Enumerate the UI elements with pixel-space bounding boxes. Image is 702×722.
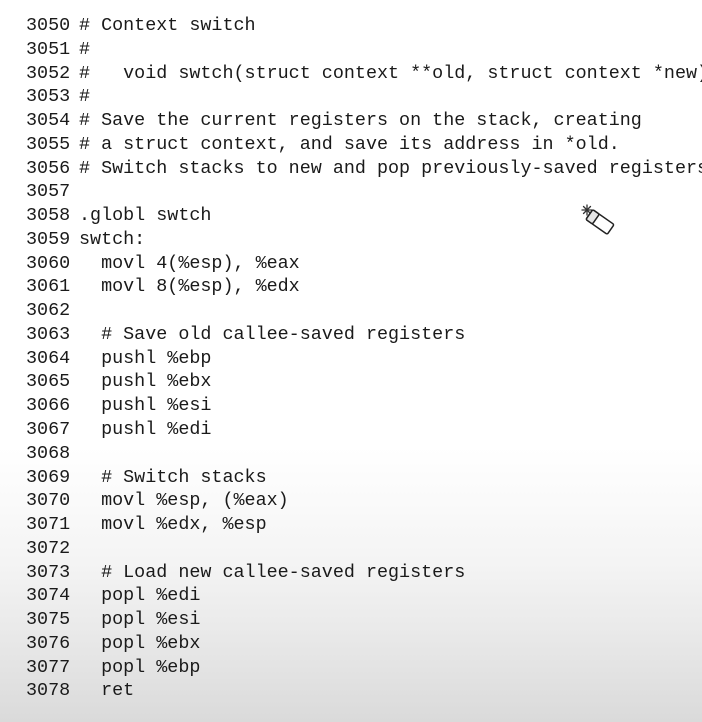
code-line: 3057 <box>26 180 702 204</box>
line-code: popl %ebp <box>79 656 201 678</box>
line-number: 3052 <box>26 62 71 84</box>
code-line: 3071 movl %edx, %esp <box>26 513 702 537</box>
line-number: 3069 <box>26 466 71 488</box>
line-number: 3068 <box>26 442 71 464</box>
code-line: 3070 movl %esp, (%eax) <box>26 489 702 513</box>
line-code: # Save the current registers on the stac… <box>79 110 642 132</box>
code-line: 3075 popl %esi <box>26 608 702 632</box>
code-line: 3061 movl 8(%esp), %edx <box>26 275 702 299</box>
code-line: 3054 # Save the current registers on the … <box>26 109 702 133</box>
line-code: # Save old callee-saved registers <box>79 323 466 345</box>
code-line: 3067 pushl %edi <box>26 418 702 442</box>
code-line: 3055 # a struct context, and save its add… <box>26 133 702 157</box>
code-line: 3072 <box>26 537 702 561</box>
line-code: # Switch stacks <box>79 466 267 488</box>
line-number: 3074 <box>26 585 71 607</box>
code-line: 3050 # Context switch <box>26 14 702 38</box>
line-number: 3070 <box>26 490 71 512</box>
code-line: 3069 # Switch stacks <box>26 466 702 490</box>
line-number: 3063 <box>26 323 71 345</box>
line-code: movl 8(%esp), %edx <box>79 276 300 298</box>
line-code: movl %edx, %esp <box>79 514 267 536</box>
line-code: ret <box>79 680 135 702</box>
line-code: pushl %edi <box>79 419 212 441</box>
code-listing: 3050 # Context switch 3051 # 3052 # void sw… <box>26 14 702 703</box>
code-line: 3051 # <box>26 38 702 62</box>
code-line: 3064 pushl %ebp <box>26 347 702 371</box>
line-number: 3066 <box>26 395 71 417</box>
line-code: .globl swtch <box>79 205 212 227</box>
code-line: 3062 <box>26 299 702 323</box>
line-code: # Context switch <box>79 15 256 36</box>
code-line: 3060 movl 4(%esp), %eax <box>26 252 702 276</box>
code-line: 3052 # void swtch(struct context **old, s… <box>26 62 702 86</box>
line-number: 3057 <box>26 181 71 203</box>
line-code: # void swtch(struct context **old, struc… <box>79 62 702 84</box>
line-number: 3073 <box>26 561 71 583</box>
line-number: 3077 <box>26 656 71 678</box>
line-number: 3058 <box>26 205 71 227</box>
page: { "listing": { "lines": [ {"num": "3050"… <box>0 0 702 722</box>
line-number: 3062 <box>26 300 71 322</box>
line-number: 3065 <box>26 371 71 393</box>
code-line: 3076 popl %ebx <box>26 632 702 656</box>
line-number: 3056 <box>26 157 71 179</box>
code-line: 3056 # Switch stacks to new and pop previ… <box>26 157 702 181</box>
line-code: # Load new callee-saved registers <box>79 561 466 583</box>
code-line: 3065 pushl %ebx <box>26 370 702 394</box>
line-code: swtch: <box>79 228 146 250</box>
code-line: 3078 ret <box>26 679 702 703</box>
line-code: # <box>79 38 91 60</box>
line-number: 3061 <box>26 276 71 298</box>
code-line: 3073 # Load new callee-saved registers <box>26 561 702 585</box>
line-number: 3055 <box>26 133 71 155</box>
line-number: 3053 <box>26 86 71 108</box>
line-number: 3059 <box>26 228 71 250</box>
eraser-pointer-icon <box>581 204 615 235</box>
line-code: pushl %ebx <box>79 371 212 393</box>
line-number: 3060 <box>26 252 71 274</box>
line-number: 3076 <box>26 632 71 654</box>
code-line: 3053 # <box>26 85 702 109</box>
line-code: popl %ebx <box>79 632 201 654</box>
code-line: 3068 <box>26 442 702 466</box>
line-code: # <box>79 86 91 108</box>
line-code: pushl %ebp <box>79 347 212 369</box>
line-code: movl %esp, (%eax) <box>79 490 289 512</box>
line-number: 3051 <box>26 38 71 60</box>
code-line: 3066 pushl %esi <box>26 394 702 418</box>
code-line: 3077 popl %ebp <box>26 656 702 680</box>
line-number: 3072 <box>26 537 71 559</box>
line-code: movl 4(%esp), %eax <box>79 252 300 274</box>
code-line: 3063 # Save old callee-saved registers <box>26 323 702 347</box>
line-code: pushl %esi <box>79 395 212 417</box>
line-number: 3054 <box>26 110 71 132</box>
line-number: 3075 <box>26 609 71 631</box>
line-number: 3064 <box>26 347 71 369</box>
line-number: 3078 <box>26 680 71 702</box>
line-number: 3050 <box>26 15 71 36</box>
line-number: 3071 <box>26 514 71 536</box>
code-line: 3074 popl %edi <box>26 584 702 608</box>
line-code: popl %esi <box>79 609 201 631</box>
line-code: popl %edi <box>79 585 201 607</box>
line-number: 3067 <box>26 419 71 441</box>
line-code: # a struct context, and save its address… <box>79 133 620 155</box>
line-code: # Switch stacks to new and pop previousl… <box>79 157 702 179</box>
